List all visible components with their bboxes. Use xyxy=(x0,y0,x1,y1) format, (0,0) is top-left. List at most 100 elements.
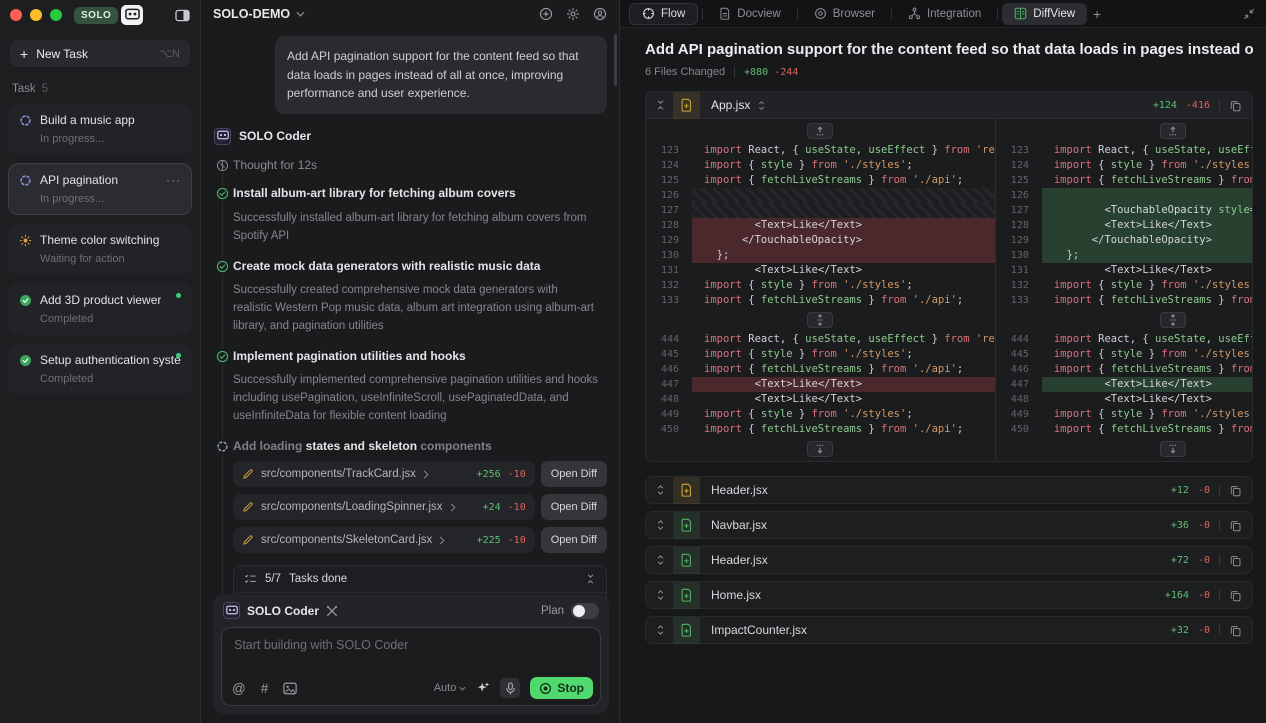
copy-icon[interactable] xyxy=(1229,99,1242,112)
todo-collapse-icon[interactable] xyxy=(585,573,596,585)
collapse-panel-icon[interactable] xyxy=(1243,8,1255,20)
mic-button[interactable] xyxy=(500,678,521,698)
file-chip-row: src/components/SkeletonCard.jsx +225 -10 O… xyxy=(233,527,607,554)
agent-step[interactable]: Implement pagination utilities and hooks xyxy=(215,348,607,365)
diff-code-line: 128 <Text>Like</Text> xyxy=(646,218,995,233)
thought-row[interactable]: Thought for 12s xyxy=(215,157,607,174)
diff-code-line: 450 import { fetchLiveStreams } from './a… xyxy=(996,422,1252,437)
agent-step[interactable]: Install album-art library for fetching a… xyxy=(215,186,607,202)
expand-both-button[interactable] xyxy=(1160,312,1187,328)
diff-file-name[interactable]: App.jsx xyxy=(711,98,750,112)
diff-expand-row xyxy=(646,308,995,332)
step-description: Successfully created comprehensive mock … xyxy=(233,284,594,332)
chevron-down-icon[interactable] xyxy=(296,11,305,17)
stop-button[interactable]: Stop xyxy=(530,677,593,699)
close-window-button[interactable] xyxy=(10,9,22,21)
new-task-button[interactable]: + New Task ⌥N xyxy=(10,40,190,67)
code-content: <Text>Like</Text> xyxy=(754,393,863,405)
tab-browser[interactable]: Browser xyxy=(802,3,887,25)
file-row-stats: +72 -0 xyxy=(1171,554,1242,567)
expand-up-button[interactable] xyxy=(807,123,834,139)
collapse-file-icon[interactable] xyxy=(655,99,666,111)
chat-panel: SOLO-DEMO Add API pagination support for… xyxy=(201,0,620,723)
task-menu-button[interactable]: ··· xyxy=(166,173,181,187)
divider xyxy=(734,66,736,78)
changed-file-row[interactable]: Header.jsx +72 -0 xyxy=(645,546,1253,574)
cassette-icon xyxy=(216,129,229,143)
settings-gear-icon[interactable] xyxy=(566,7,580,21)
added-file-icon xyxy=(680,588,693,602)
new-tab-button[interactable]: + xyxy=(1087,6,1107,22)
step-status-icon xyxy=(215,186,229,202)
task-card[interactable]: API pagination ··· In progress... xyxy=(8,163,192,215)
copy-icon[interactable] xyxy=(1229,519,1242,532)
zoom-window-button[interactable] xyxy=(50,9,62,21)
expand-up-button[interactable] xyxy=(1160,123,1187,139)
sort-icon[interactable] xyxy=(757,100,766,111)
expand-down-button[interactable] xyxy=(807,441,834,457)
tools-icon[interactable] xyxy=(326,605,338,617)
enhance-prompt-icon[interactable] xyxy=(476,681,490,695)
divider xyxy=(1219,624,1220,636)
expand-down-button[interactable] xyxy=(1160,441,1187,457)
file-chip[interactable]: src/components/SkeletonCard.jsx +225 -10 xyxy=(233,527,535,554)
expand-file-icon[interactable] xyxy=(655,484,666,496)
code-content: import { style } from './styles'; xyxy=(704,279,913,291)
file-chip[interactable]: src/components/TrackCard.jsx +256 -10 xyxy=(233,461,535,488)
expand-file-icon[interactable] xyxy=(655,519,666,531)
agent-step[interactable]: Add loading states and skeleton componen… xyxy=(215,438,607,455)
file-chip[interactable]: src/components/LoadingSpinner.jsx +24 -10 xyxy=(233,494,535,521)
expand-both-button[interactable] xyxy=(807,312,834,328)
project-name[interactable]: SOLO-DEMO xyxy=(213,7,290,21)
task-card[interactable]: Add 3D product viewer Completed xyxy=(8,283,192,335)
agent-step[interactable]: Create mock data generators with realist… xyxy=(215,258,607,275)
added-file-icon xyxy=(680,623,693,637)
changed-file-row[interactable]: Header.jsx +12 -0 xyxy=(645,476,1253,504)
open-diff-button[interactable]: Open Diff xyxy=(540,461,607,488)
task-title-row: Add 3D product viewer xyxy=(19,293,181,307)
task-card[interactable]: Theme color switching Waiting for action xyxy=(8,223,192,275)
chevron-right-icon xyxy=(423,470,429,479)
open-diff-button[interactable]: Open Diff xyxy=(540,494,607,521)
tab-integration[interactable]: Integration xyxy=(896,3,993,25)
minimize-window-button[interactable] xyxy=(30,9,42,21)
image-attach-icon[interactable] xyxy=(283,682,297,695)
changed-file-row[interactable]: ImpactCounter.jsx +32 -0 xyxy=(645,616,1253,644)
message-input[interactable] xyxy=(222,628,600,672)
diff-code-line: 127 <TouchableOpacity style={styles.like… xyxy=(996,203,1252,218)
tab-diffview[interactable]: DiffView xyxy=(1002,2,1088,25)
file-name: Navbar.jsx xyxy=(711,518,768,532)
account-icon[interactable] xyxy=(593,7,607,21)
open-diff-button[interactable]: Open Diff xyxy=(540,527,607,554)
changed-file-list: Header.jsx +12 -0 Navbar.jsx +36 -0 Header.jsx… xyxy=(645,476,1253,644)
expand-file-icon[interactable] xyxy=(655,589,666,601)
file-name: Header.jsx xyxy=(711,483,768,497)
mention-icon[interactable]: @ xyxy=(232,681,246,696)
copy-icon[interactable] xyxy=(1229,624,1242,637)
tab-docview[interactable]: Docview xyxy=(707,3,792,25)
files-changed-label: 6 Files Changed xyxy=(645,66,726,78)
task-card[interactable]: Setup authentication syste... Completed xyxy=(8,343,192,395)
diffview-icon xyxy=(1014,7,1027,20)
new-chat-icon[interactable] xyxy=(539,7,553,21)
expand-file-icon[interactable] xyxy=(655,554,666,566)
file-additions: +164 xyxy=(1164,589,1189,601)
plan-toggle[interactable] xyxy=(571,602,599,619)
chat-scrollbar[interactable] xyxy=(614,34,617,86)
thought-icon xyxy=(215,157,229,173)
checklist-icon xyxy=(244,573,257,585)
code-content: import { style } from './styles'; xyxy=(1053,279,1253,291)
tab-flow[interactable]: Flow xyxy=(629,2,699,25)
mode-select[interactable]: Auto xyxy=(434,682,467,694)
changed-file-row[interactable]: Home.jsx +164 -0 xyxy=(645,581,1253,609)
copy-icon[interactable] xyxy=(1229,484,1242,497)
sidebar-toggle-icon[interactable] xyxy=(175,9,190,22)
expand-file-icon[interactable] xyxy=(655,624,666,636)
composer-agent-name[interactable]: SOLO Coder xyxy=(247,604,319,618)
copy-icon[interactable] xyxy=(1229,554,1242,567)
copy-icon[interactable] xyxy=(1229,589,1242,602)
changed-file-row[interactable]: Navbar.jsx +36 -0 xyxy=(645,511,1253,539)
hash-icon[interactable]: # xyxy=(261,681,269,696)
diff-body: 123 import React, { useState, useEffect }… xyxy=(646,119,1252,461)
task-card[interactable]: Build a music app In progress... xyxy=(8,103,192,155)
